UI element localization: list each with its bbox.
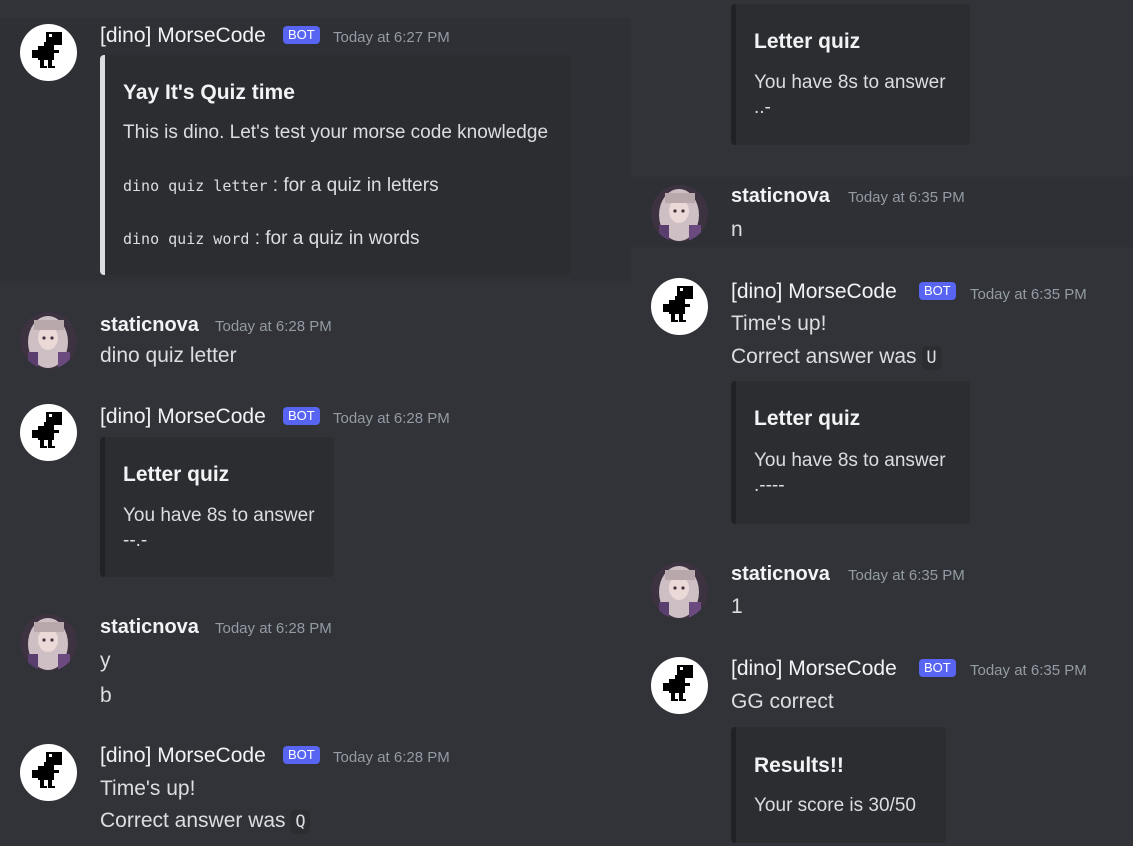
message-bot-result[interactable]: [dino] MorseCode BOT Today at 6:28 PM Ti…: [0, 735, 631, 846]
username[interactable]: [dino] MorseCode: [100, 24, 266, 48]
message-text: Correct answer was Q: [100, 809, 310, 834]
answer-prefix: Correct answer was: [731, 345, 917, 368]
answer-prefix: Correct answer was: [100, 809, 286, 832]
embed-line: Your score is 30/50: [754, 795, 916, 816]
bot-badge: BOT: [919, 282, 956, 300]
embed-title: Yay It's Quiz time: [123, 81, 295, 104]
username[interactable]: [dino] MorseCode: [100, 405, 266, 429]
chat-column-right: Letter quiz You have 8s to answer ..- st…: [631, 0, 1133, 846]
chat-column-left: [dino] MorseCode BOT Today at 6:27 PM Ya…: [0, 0, 631, 846]
timestamp: Today at 6:28 PM: [215, 620, 332, 637]
message-bot-quiz[interactable]: [dino] MorseCode BOT Today at 6:28 PM Le…: [0, 395, 631, 585]
user-avatar-image: [20, 312, 77, 369]
morse-code: --.-: [123, 530, 148, 551]
timestamp: Today at 6:27 PM: [333, 29, 450, 46]
bot-badge: BOT: [283, 407, 320, 425]
command-code: dino quiz letter: [123, 177, 268, 195]
dino-icon: [32, 32, 62, 68]
embed-title: Letter quiz: [123, 463, 230, 486]
morse-code: ..-: [754, 97, 771, 118]
message-text: Time's up!: [100, 777, 196, 800]
message-text: Time's up!: [731, 312, 827, 335]
message-user[interactable]: staticnova Today at 6:35 PM 1: [631, 550, 1133, 630]
username[interactable]: staticnova: [731, 563, 830, 586]
timestamp: Today at 6:28 PM: [333, 749, 450, 766]
message-user[interactable]: staticnova Today at 6:35 PM n: [631, 177, 1133, 247]
message-user[interactable]: staticnova Today at 6:28 PM y b: [0, 602, 631, 722]
bot-avatar[interactable]: [651, 278, 708, 335]
command-desc: : for a quiz in letters: [272, 175, 439, 196]
answer-code: U: [922, 346, 941, 370]
timestamp: Today at 6:35 PM: [970, 662, 1087, 679]
embed-line: You have 8s to answer: [754, 450, 946, 471]
user-avatar-image: [651, 562, 708, 619]
message-text: 1: [731, 595, 743, 618]
embed: Yay It's Quiz time This is dino. Let's t…: [100, 55, 571, 275]
user-avatar[interactable]: [20, 614, 77, 671]
embed-title: Results!!: [754, 754, 844, 777]
embed: Results!! Your score is 30/50: [731, 727, 946, 843]
timestamp: Today at 6:35 PM: [970, 286, 1087, 303]
bot-avatar[interactable]: [20, 24, 77, 81]
message-text: n: [731, 218, 743, 241]
embed: Letter quiz You have 8s to answer ..-: [731, 4, 970, 145]
embed: Letter quiz You have 8s to answer .----: [731, 381, 970, 524]
user-avatar[interactable]: [20, 312, 77, 369]
bot-badge: BOT: [283, 26, 320, 44]
embed-command-line: dino quiz word : for a quiz in words: [123, 228, 419, 250]
answer-code: Q: [291, 810, 310, 834]
embed-description: This is dino. Let's test your morse code…: [123, 122, 549, 143]
bot-avatar[interactable]: [651, 657, 708, 714]
dino-icon: [32, 752, 62, 788]
message-text: b: [100, 684, 112, 707]
embed-title: Letter quiz: [754, 407, 861, 430]
username[interactable]: staticnova: [100, 314, 199, 337]
message-text: y: [100, 649, 111, 672]
command-desc: : for a quiz in words: [254, 228, 420, 249]
message-bot-intro[interactable]: [dino] MorseCode BOT Today at 6:27 PM Ya…: [0, 18, 631, 281]
user-avatar[interactable]: [651, 185, 708, 242]
bot-badge: BOT: [283, 746, 320, 764]
username[interactable]: [dino] MorseCode: [731, 280, 897, 304]
bot-avatar[interactable]: [20, 744, 77, 801]
timestamp: Today at 6:35 PM: [848, 567, 965, 584]
username[interactable]: staticnova: [731, 185, 830, 208]
message-bot-result[interactable]: [dino] MorseCode BOT Today at 6:35 PM Ti…: [631, 265, 1133, 535]
username[interactable]: [dino] MorseCode: [100, 744, 266, 768]
morse-code: .----: [754, 475, 785, 496]
dino-icon: [32, 412, 62, 448]
message-text: Correct answer was U: [731, 345, 941, 370]
dino-icon: [663, 665, 693, 701]
username[interactable]: [dino] MorseCode: [731, 657, 897, 681]
message-text: dino quiz letter: [100, 344, 237, 367]
embed-line: You have 8s to answer: [123, 505, 315, 526]
command-code: dino quiz word: [123, 230, 250, 248]
embed-title: Letter quiz: [754, 30, 861, 53]
user-avatar-image: [20, 614, 77, 671]
dino-icon: [663, 286, 693, 322]
message-bot-final[interactable]: [dino] MorseCode BOT Today at 6:35 PM GG…: [631, 645, 1133, 846]
embed: Letter quiz You have 8s to answer --.-: [100, 437, 334, 577]
message-bot-quiz-continued[interactable]: Letter quiz You have 8s to answer ..-: [631, 0, 1133, 160]
username[interactable]: staticnova: [100, 616, 199, 639]
message-text: GG correct: [731, 690, 834, 713]
bot-avatar[interactable]: [20, 404, 77, 461]
embed-line: You have 8s to answer: [754, 72, 946, 93]
timestamp: Today at 6:28 PM: [333, 410, 450, 427]
embed-command-line: dino quiz letter : for a quiz in letters: [123, 175, 439, 197]
user-avatar-image: [651, 185, 708, 242]
timestamp: Today at 6:35 PM: [848, 189, 965, 206]
bot-badge: BOT: [919, 659, 956, 677]
timestamp: Today at 6:28 PM: [215, 318, 332, 335]
user-avatar[interactable]: [651, 562, 708, 619]
message-user[interactable]: staticnova Today at 6:28 PM dino quiz le…: [0, 300, 631, 380]
